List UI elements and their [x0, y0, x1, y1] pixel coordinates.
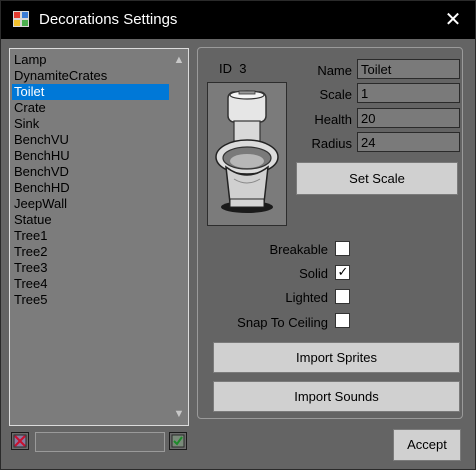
list-item[interactable]: Lamp: [12, 52, 169, 68]
list-item[interactable]: Tree2: [12, 244, 169, 260]
list-scrollbar[interactable]: ▲ ▼: [170, 49, 188, 425]
set-scale-button[interactable]: Set Scale: [296, 162, 458, 195]
new-item-name-input[interactable]: [35, 432, 165, 452]
close-icon: ✕: [444, 9, 462, 31]
delete-item-button[interactable]: [11, 432, 29, 450]
name-input[interactable]: [357, 59, 460, 79]
import-sprites-button[interactable]: Import Sprites: [213, 342, 460, 373]
list-item[interactable]: BenchHU: [12, 148, 169, 164]
scale-input[interactable]: [357, 83, 460, 103]
list-item[interactable]: JeepWall: [12, 196, 169, 212]
id-text: ID: [219, 61, 232, 76]
id-value: 3: [239, 61, 247, 76]
list-item[interactable]: Tree4: [12, 276, 169, 292]
scroll-up-icon[interactable]: ▲: [170, 51, 188, 69]
checkmark-icon: ✓: [337, 264, 349, 279]
breakable-label: Breakable: [269, 242, 328, 257]
app-icon: [13, 11, 29, 27]
toilet-sprite-image: [215, 90, 279, 213]
radius-input[interactable]: [357, 132, 460, 152]
health-label: Health: [314, 112, 352, 127]
import-sounds-button[interactable]: Import Sounds: [213, 381, 460, 412]
delete-icon: [13, 434, 27, 448]
health-input[interactable]: [357, 108, 460, 128]
scale-label: Scale: [319, 87, 352, 102]
list-item[interactable]: BenchVU: [12, 132, 169, 148]
snap-to-ceiling-checkbox[interactable]: [335, 313, 350, 328]
close-button[interactable]: ✕: [431, 1, 475, 39]
add-item-button[interactable]: [169, 432, 187, 450]
snap-to-ceiling-label: Snap To Ceiling: [237, 315, 328, 330]
lighted-checkbox[interactable]: [335, 289, 350, 304]
list-item[interactable]: Crate: [12, 100, 169, 116]
scroll-down-icon[interactable]: ▼: [170, 405, 188, 423]
list-item[interactable]: Toilet: [12, 84, 169, 100]
title-bar[interactable]: Decorations Settings ✕: [1, 1, 475, 39]
list-item[interactable]: BenchVD: [12, 164, 169, 180]
list-item[interactable]: DynamiteCrates: [12, 68, 169, 84]
list-item[interactable]: Tree5: [12, 292, 169, 308]
sprite-preview: [207, 82, 287, 226]
list-item[interactable]: Statue: [12, 212, 169, 228]
lighted-label: Lighted: [285, 290, 328, 305]
accept-button[interactable]: Accept: [393, 429, 461, 461]
decorations-settings-window: Decorations Settings ✕ Lamp DynamiteCrate…: [0, 0, 476, 470]
window-title: Decorations Settings: [39, 11, 178, 28]
details-panel: ID 3 Name Scale: [197, 47, 463, 419]
radius-label: Radius: [311, 136, 352, 151]
check-icon: [171, 434, 185, 448]
list-item[interactable]: Sink: [12, 116, 169, 132]
list-item[interactable]: BenchHD: [12, 180, 169, 196]
decoration-list[interactable]: Lamp DynamiteCrates Toilet Crate Sink BenchVU…: [9, 48, 189, 426]
id-label: ID 3: [219, 61, 246, 76]
list-item[interactable]: Tree3: [12, 260, 169, 276]
name-label: Name: [317, 63, 352, 78]
breakable-checkbox[interactable]: [335, 241, 350, 256]
list-item[interactable]: Tree1: [12, 228, 169, 244]
solid-checkbox[interactable]: ✓: [335, 264, 350, 280]
solid-label: Solid: [299, 266, 328, 281]
